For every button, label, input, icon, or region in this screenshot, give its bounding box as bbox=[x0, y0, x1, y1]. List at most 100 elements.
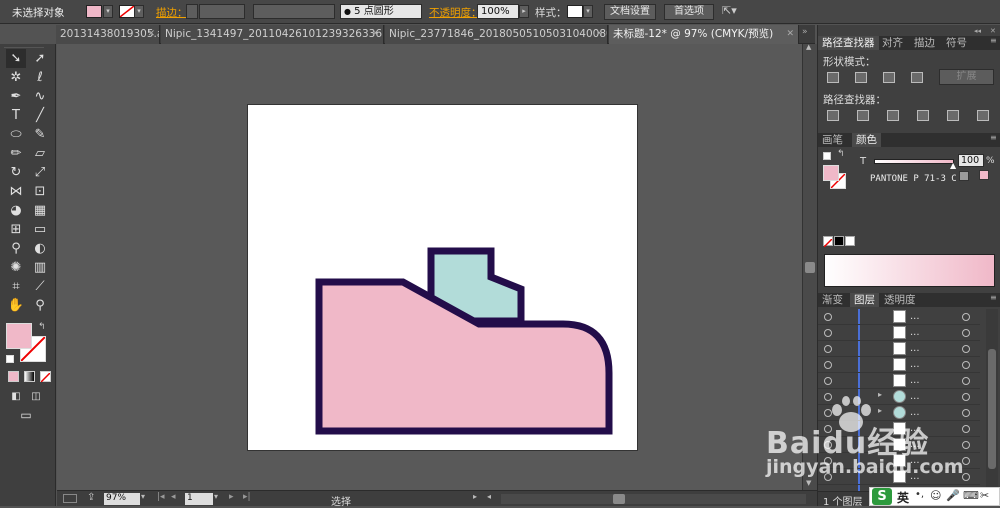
target-icon[interactable] bbox=[962, 345, 970, 353]
shape-builder-tool-icon[interactable]: ◕ bbox=[6, 201, 26, 220]
tint-slider-handle-icon[interactable]: ▲ bbox=[950, 161, 956, 170]
close-icon[interactable]: ✕ bbox=[595, 25, 603, 43]
tab-pathfinder[interactable]: 路径查找器 bbox=[818, 36, 879, 50]
eyedropper-tool-icon[interactable]: ⚲ bbox=[6, 239, 26, 258]
last-artboard-icon[interactable]: ▸| bbox=[243, 492, 251, 502]
fill-color-box[interactable] bbox=[6, 323, 32, 349]
minus-front-icon[interactable] bbox=[855, 72, 867, 83]
color-fill-box[interactable] bbox=[823, 165, 839, 181]
opacity-input[interactable]: 100% bbox=[477, 4, 519, 19]
tab-gradient[interactable]: 渐变 bbox=[818, 293, 847, 307]
ime-language[interactable]: 英 bbox=[897, 489, 909, 506]
first-artboard-icon[interactable]: |◂ bbox=[157, 492, 165, 502]
default-colors-icon[interactable] bbox=[6, 355, 14, 363]
layers-scrollbar[interactable] bbox=[986, 309, 998, 491]
zoom-dropdown-icon[interactable]: ▾ bbox=[141, 492, 145, 501]
scale-tool-icon[interactable]: ⤢ bbox=[30, 163, 50, 182]
panel-close-icon[interactable]: ✕ bbox=[990, 27, 996, 35]
layer-row[interactable]: ... bbox=[818, 341, 980, 357]
target-icon[interactable] bbox=[962, 441, 970, 449]
selection-tool-icon[interactable]: ➘ bbox=[6, 49, 26, 68]
type-tool-icon[interactable]: T bbox=[6, 106, 26, 125]
default-fill-stroke-icon[interactable] bbox=[823, 152, 831, 160]
target-icon[interactable] bbox=[962, 409, 970, 417]
opacity-dropdown[interactable]: ▸ bbox=[519, 5, 529, 18]
black-swatch[interactable] bbox=[834, 236, 844, 246]
layer-row[interactable]: ... bbox=[818, 357, 980, 373]
magic-wand-tool-icon[interactable]: ✲ bbox=[6, 68, 26, 87]
close-icon[interactable]: ✕ bbox=[786, 25, 794, 43]
tab-document-active[interactable]: 未标题-12* @ 97% (CMYK/预览) ✕ bbox=[609, 25, 799, 44]
panel-menu-icon[interactable]: ≡ bbox=[990, 133, 997, 142]
eraser-tool-icon[interactable]: ▱ bbox=[30, 144, 50, 163]
layer-row[interactable]: ... bbox=[818, 325, 980, 341]
scroll-up-icon[interactable]: ▲ bbox=[806, 43, 811, 51]
swap-fill-stroke-icon[interactable]: ↰ bbox=[38, 322, 46, 332]
stroke-weight-field[interactable] bbox=[199, 4, 245, 19]
artboard-dropdown-icon[interactable]: ▾ bbox=[214, 492, 218, 501]
tab-brushes[interactable]: 画笔 bbox=[818, 133, 847, 147]
target-icon[interactable] bbox=[962, 313, 970, 321]
arrange-documents-icon[interactable]: ⇱▾ bbox=[722, 4, 737, 17]
visibility-toggle-icon[interactable] bbox=[824, 313, 832, 321]
target-icon[interactable] bbox=[962, 393, 970, 401]
line-tool-icon[interactable]: ╱ bbox=[30, 106, 50, 125]
horizontal-scrollbar[interactable] bbox=[501, 494, 806, 504]
hscroll-thumb[interactable] bbox=[613, 494, 625, 504]
screen-icon[interactable] bbox=[63, 494, 77, 503]
color-mode-icon[interactable] bbox=[8, 371, 19, 382]
scroll-left-icon[interactable]: ◂ bbox=[487, 492, 491, 501]
status-menu-icon[interactable]: ▸ bbox=[473, 492, 477, 501]
layer-name[interactable]: ... bbox=[910, 327, 920, 338]
outline-icon[interactable] bbox=[947, 110, 959, 121]
panel-menu-icon[interactable]: ≡ bbox=[990, 36, 997, 45]
gradient-tool-icon[interactable]: ▭ bbox=[30, 220, 50, 239]
pencil-tool-icon[interactable]: ✏ bbox=[6, 144, 26, 163]
hand-tool-icon[interactable]: ✋ bbox=[6, 296, 26, 315]
doc-setup-button[interactable]: 文档设置 bbox=[604, 4, 656, 20]
stroke-dropdown[interactable]: ▾ bbox=[134, 5, 144, 18]
artboard-number-input[interactable]: 1 bbox=[185, 493, 213, 505]
swap-icon[interactable]: ↰ bbox=[837, 149, 845, 159]
screen-mode-icon[interactable]: ▭ bbox=[16, 406, 36, 425]
layer-name[interactable]: ... bbox=[910, 359, 920, 370]
tab-document-2[interactable]: Nipic_1341497_20110426101239326336.ai* ✕ bbox=[161, 25, 384, 44]
zoom-input[interactable]: 97% bbox=[104, 493, 140, 505]
ime-voice-icon[interactable]: 🎤 bbox=[946, 489, 960, 502]
out-of-gamut-icon[interactable] bbox=[959, 171, 969, 181]
tab-document-1[interactable]: 20131438019305.ai*✕ bbox=[56, 25, 160, 44]
tabs-overflow-icon[interactable]: » bbox=[802, 27, 808, 37]
panel-menu-icon[interactable]: ≡ bbox=[990, 293, 997, 302]
symbol-sprayer-tool-icon[interactable]: ✺ bbox=[6, 258, 26, 277]
target-icon[interactable] bbox=[962, 425, 970, 433]
artboard-tool-icon[interactable]: ⌗ bbox=[6, 277, 26, 296]
white-swatch[interactable] bbox=[845, 236, 855, 246]
draw-behind-icon[interactable]: ◫ bbox=[26, 387, 46, 406]
ime-punctuation-icon[interactable]: •, bbox=[915, 489, 924, 500]
gradient-mode-icon[interactable] bbox=[24, 371, 35, 382]
artboard[interactable] bbox=[247, 104, 638, 451]
divide-icon[interactable] bbox=[827, 110, 839, 121]
next-artboard-icon[interactable]: ▸ bbox=[229, 492, 234, 502]
trim-icon[interactable] bbox=[857, 110, 869, 121]
layer-row[interactable]: ... bbox=[818, 309, 980, 325]
opacity-label[interactable]: 不透明度： bbox=[429, 5, 482, 20]
ime-tools-icon[interactable]: ✂ bbox=[980, 489, 989, 502]
variable-width-profile[interactable] bbox=[253, 4, 335, 19]
tab-transparency[interactable]: 透明度 bbox=[880, 293, 920, 307]
tab-layers[interactable]: 图层 bbox=[850, 293, 879, 307]
style-dropdown[interactable]: ▾ bbox=[583, 5, 593, 18]
target-icon[interactable] bbox=[962, 377, 970, 385]
fill-dropdown[interactable]: ▾ bbox=[103, 5, 113, 18]
blend-tool-icon[interactable]: ◐ bbox=[30, 239, 50, 258]
scroll-thumb[interactable] bbox=[805, 262, 815, 273]
closest-color-swatch[interactable] bbox=[979, 170, 989, 180]
crop-icon[interactable] bbox=[917, 110, 929, 121]
prev-artboard-icon[interactable]: ◂ bbox=[171, 492, 176, 502]
visibility-toggle-icon[interactable] bbox=[824, 345, 832, 353]
layer-row[interactable]: ... bbox=[818, 373, 980, 389]
perspective-grid-tool-icon[interactable]: ▦ bbox=[30, 201, 50, 220]
artwork-illustration[interactable] bbox=[248, 105, 639, 452]
layer-name[interactable]: ... bbox=[910, 311, 920, 322]
intersect-icon[interactable] bbox=[883, 72, 895, 83]
